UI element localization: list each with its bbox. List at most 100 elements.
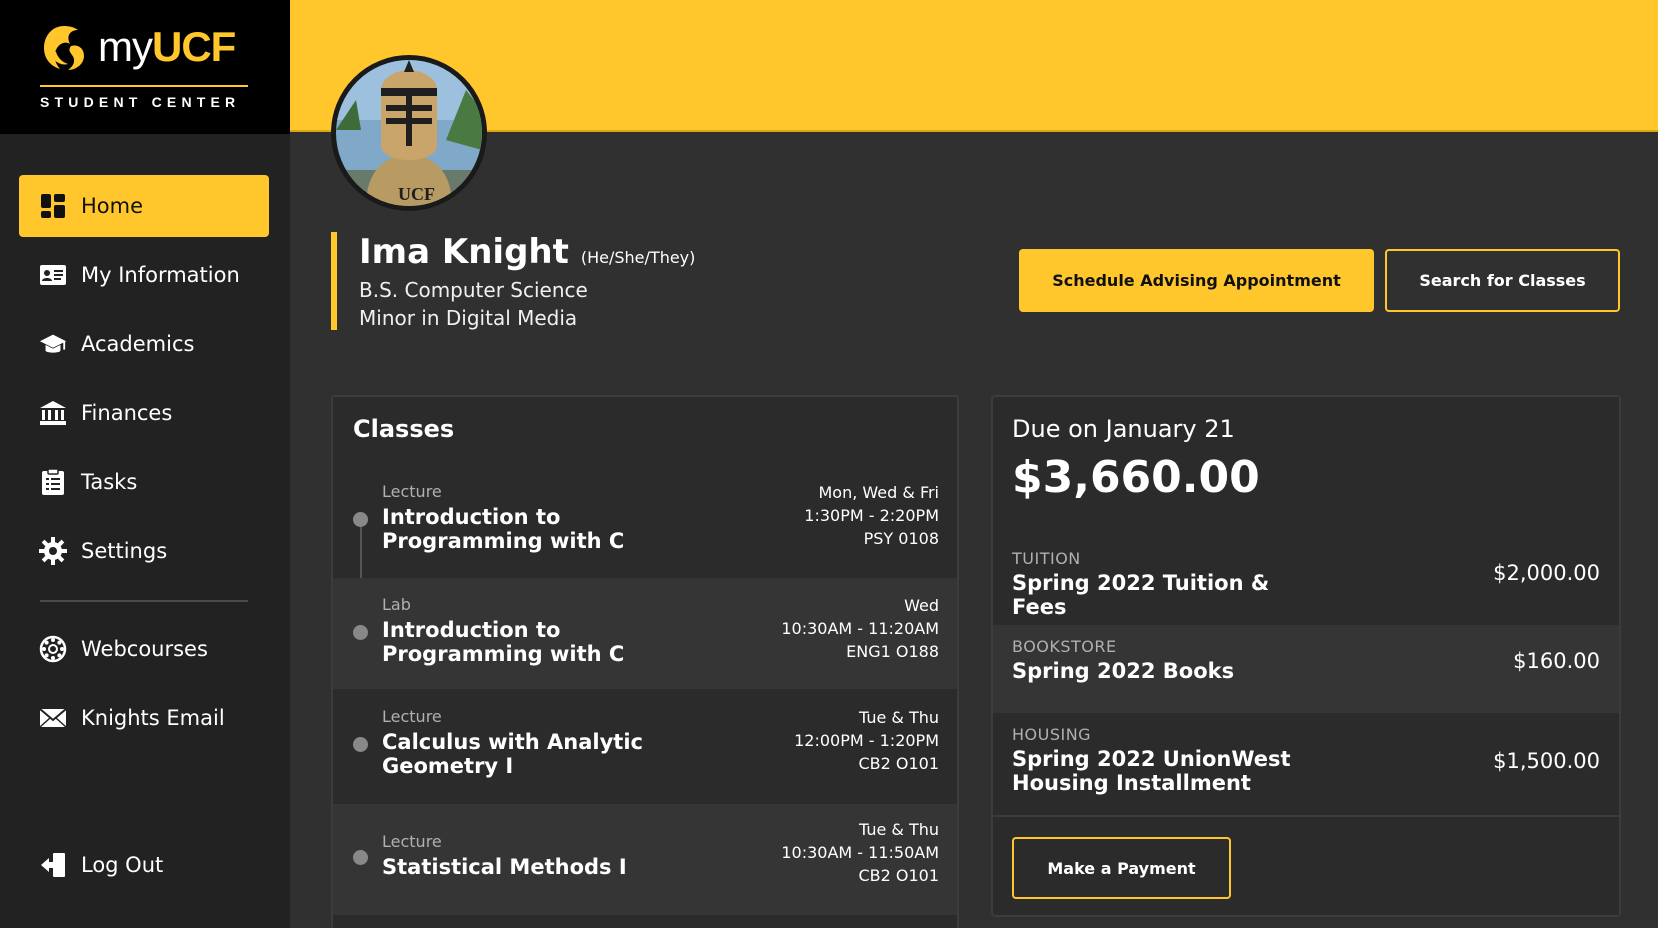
charge-description: Spring 2022 UnionWest Housing Installmen…: [1012, 747, 1291, 795]
sidebar: myUCF STUDENT CENTER Home My Information…: [0, 0, 290, 928]
nav-item-label: Webcourses: [81, 637, 208, 661]
name-row: Ima Knight (He/She/They): [359, 232, 695, 272]
class-schedule: Tue & Thu 12:00PM - 1:20PM CB2 O101: [794, 706, 939, 775]
logout-nav: Log Out: [19, 834, 269, 903]
class-name: Statistical Methods I: [382, 855, 627, 879]
class-row[interactable]: Lab Introduction to Programming with C W…: [333, 578, 957, 689]
charge-description: Spring 2022 Tuition & Fees: [1012, 571, 1270, 619]
make-payment-button[interactable]: Make a Payment: [1012, 837, 1231, 899]
profile-summary: Ima Knight (He/She/They) B.S. Computer S…: [331, 232, 695, 330]
dashboard-icon: [39, 192, 67, 220]
charge-amount: $160.00: [1513, 649, 1600, 673]
primary-nav: Home My Information Academics Finances T…: [19, 175, 269, 589]
envelope-icon: [39, 704, 67, 732]
nav-item-label: Home: [81, 194, 144, 218]
pronouns: (He/She/They): [580, 248, 696, 267]
search-classes-button[interactable]: Search for Classes: [1385, 249, 1620, 312]
class-type: Lab: [382, 595, 411, 614]
due-amount: $3,660.00: [1012, 452, 1260, 503]
class-dot-icon: [353, 737, 368, 752]
charge-amount: $2,000.00: [1493, 561, 1600, 585]
schedule-advising-button[interactable]: Schedule Advising Appointment: [1019, 249, 1374, 312]
nav-item-label: Academics: [81, 332, 195, 356]
graduation-cap-icon: [39, 330, 67, 358]
charge-amount: $1,500.00: [1493, 749, 1600, 773]
nav-item-label: My Information: [81, 263, 240, 287]
balance-due-card: Due on January 21 $3,660.00 TUITION Spri…: [991, 395, 1621, 917]
nav-item-label: Log Out: [81, 853, 164, 877]
nav-item-label: Settings: [81, 539, 168, 563]
logo-wordmark: myUCF: [98, 23, 236, 70]
class-row[interactable]: Lecture Introduction to Programming with…: [333, 465, 957, 576]
charge-row: BOOKSTORE Spring 2022 Books $160.00: [993, 625, 1619, 713]
class-type: Lecture: [382, 482, 442, 501]
charge-row: HOUSING Spring 2022 UnionWest Housing In…: [993, 713, 1619, 813]
avatar-image: UCF: [336, 60, 482, 206]
class-dot-icon: [353, 850, 368, 865]
charge-description: Spring 2022 Books: [1012, 659, 1235, 683]
class-days: Wed: [904, 596, 939, 615]
class-schedule: Mon, Wed & Fri 1:30PM - 2:20PM PSY 0108: [804, 481, 939, 550]
nav-item-label: Finances: [81, 401, 173, 425]
secondary-nav: Webcourses Knights Email: [19, 618, 269, 756]
class-name: Introduction to Programming with C: [382, 618, 625, 666]
header-banner: [290, 0, 1658, 132]
class-room: CB2 O101: [858, 754, 939, 773]
gear-icon: [39, 537, 67, 565]
class-time: 10:30AM - 11:50AM: [781, 843, 939, 862]
nav-divider: [40, 600, 248, 602]
charge-category: BOOKSTORE: [1012, 637, 1117, 656]
logo[interactable]: myUCF STUDENT CENTER: [0, 0, 290, 134]
nav-item-settings[interactable]: Settings: [19, 520, 269, 582]
class-schedule: Tue & Thu 10:30AM - 11:50AM CB2 O101: [781, 818, 939, 887]
class-room: PSY 0108: [863, 529, 939, 548]
charge-category: HOUSING: [1012, 725, 1092, 744]
charge-category: TUITION: [1012, 549, 1081, 568]
logout-icon: [39, 851, 67, 879]
class-days: Mon, Wed & Fri: [818, 483, 940, 502]
nav-item-home[interactable]: Home: [19, 175, 269, 237]
nav-item-finances[interactable]: Finances: [19, 382, 269, 444]
nav-item-label: Knights Email: [81, 706, 225, 730]
class-room: CB2 O101: [858, 866, 939, 885]
pegasus-logo-icon: [44, 26, 84, 70]
charge-row: TUITION Spring 2022 Tuition & Fees $2,00…: [993, 537, 1619, 625]
avatar[interactable]: UCF: [331, 55, 487, 211]
nav-item-tasks[interactable]: Tasks: [19, 451, 269, 513]
clipboard-list-icon: [39, 468, 67, 496]
class-days: Tue & Thu: [858, 820, 939, 839]
due-date-label: Due on January 21: [1012, 415, 1235, 443]
class-name: Introduction to Programming with C: [382, 505, 625, 553]
class-name: Calculus with Analytic Geometry I: [382, 730, 643, 778]
id-card-icon: [39, 261, 67, 289]
logo-divider: [40, 85, 248, 87]
nav-item-knights-email[interactable]: Knights Email: [19, 687, 269, 749]
nav-item-label: Tasks: [81, 470, 138, 494]
class-row[interactable]: Lecture Calculus with Analytic Geometry …: [333, 691, 957, 802]
class-room: ENG1 O188: [846, 642, 939, 661]
logo-subtitle: STUDENT CENTER: [40, 94, 241, 110]
class-time: 1:30PM - 2:20PM: [804, 506, 939, 525]
class-time: 12:00PM - 1:20PM: [794, 731, 939, 750]
canvas-icon: [39, 635, 67, 663]
classes-card: Classes Lecture Introduction to Programm…: [331, 395, 959, 928]
class-type: Lecture: [382, 707, 442, 726]
nav-item-webcourses[interactable]: Webcourses: [19, 618, 269, 680]
payment-divider: [993, 815, 1619, 817]
classes-title: Classes: [353, 415, 455, 443]
class-time: 10:30AM - 11:20AM: [781, 619, 939, 638]
class-schedule: Wed 10:30AM - 11:20AM ENG1 O188: [781, 594, 939, 663]
class-type: Lecture: [382, 832, 442, 851]
class-days: Tue & Thu: [858, 708, 939, 727]
svg-text:UCF: UCF: [398, 184, 435, 204]
student-name: Ima Knight: [359, 232, 569, 272]
class-row[interactable]: Lecture Statistical Methods I Tue & Thu …: [333, 804, 957, 915]
major: B.S. Computer Science: [359, 278, 588, 302]
minor: Minor in Digital Media: [359, 306, 578, 330]
nav-item-academics[interactable]: Academics: [19, 313, 269, 375]
nav-item-my-information[interactable]: My Information: [19, 244, 269, 306]
nav-item-log-out[interactable]: Log Out: [19, 834, 269, 896]
bank-icon: [39, 399, 67, 427]
class-dot-icon: [353, 625, 368, 640]
class-dot-icon: [353, 512, 368, 527]
